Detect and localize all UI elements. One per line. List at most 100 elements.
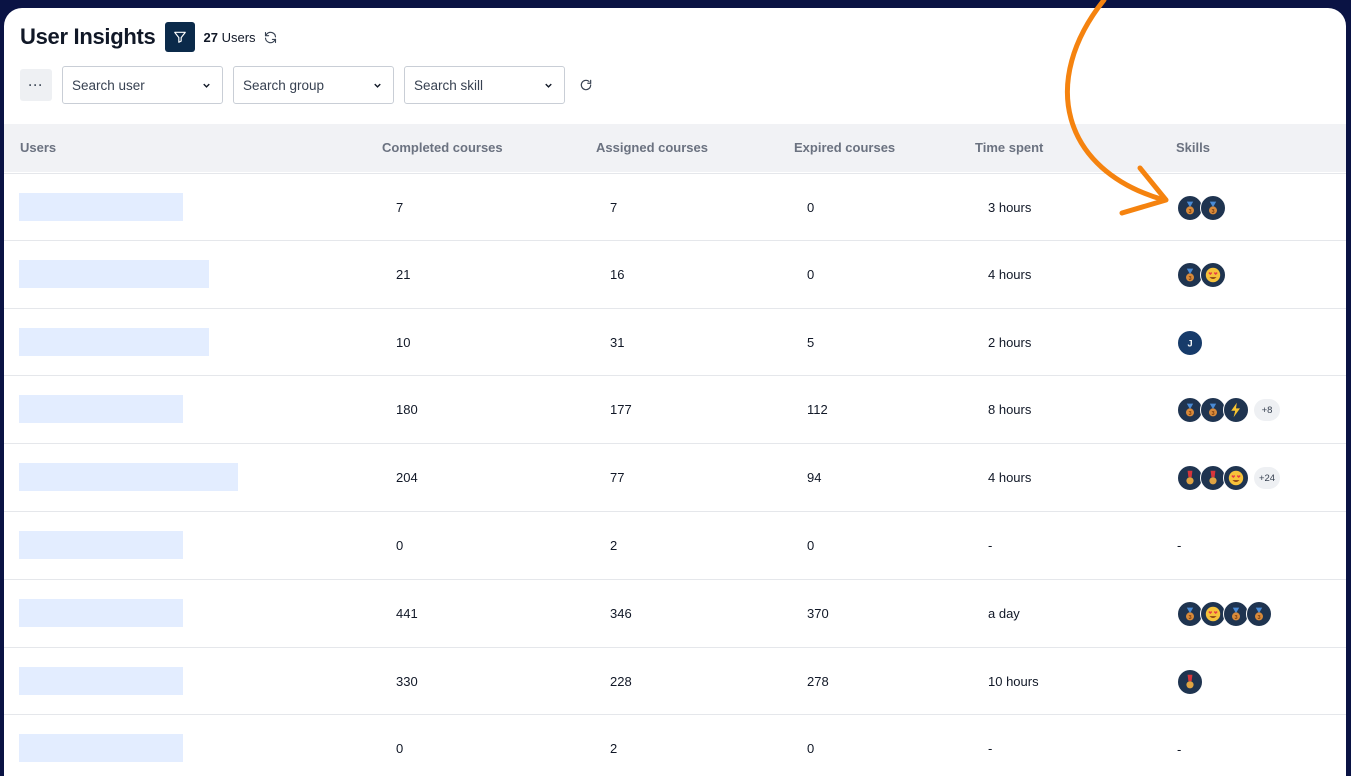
completed-courses-cell: 180 — [396, 402, 418, 418]
user-count: 27 Users — [203, 30, 255, 45]
search-skill-select[interactable] — [404, 66, 565, 104]
skills-cell: +24 — [1177, 465, 1280, 492]
user-name-placeholder[interactable] — [19, 734, 183, 763]
user-name-placeholder[interactable] — [19, 395, 183, 424]
svg-text:3: 3 — [1188, 411, 1191, 417]
search-user-select[interactable] — [62, 66, 223, 104]
user-name-placeholder[interactable] — [19, 666, 183, 695]
column-header-completed[interactable]: Completed courses — [382, 124, 503, 172]
user-insights-panel: User Insights 27 Users ··· Users Complet… — [4, 8, 1346, 776]
expired-courses-cell: 0 — [807, 266, 815, 282]
assigned-courses-cell: 346 — [610, 605, 632, 621]
expired-courses-cell: 0 — [807, 537, 815, 553]
user-name-placeholder[interactable] — [19, 463, 238, 492]
assigned-courses-cell: 31 — [610, 334, 625, 350]
search-group-select[interactable] — [233, 66, 394, 104]
panel-header: User Insights 27 Users — [20, 22, 278, 52]
assigned-courses-cell: 2 — [610, 741, 618, 757]
skills-cell: 33 — [1177, 195, 1226, 221]
user-name-placeholder[interactable] — [19, 327, 209, 356]
svg-text:3: 3 — [1257, 615, 1260, 621]
completed-courses-cell: 204 — [396, 470, 418, 486]
refresh-count-button[interactable] — [263, 30, 278, 45]
skills-cell: - — [1177, 533, 1181, 559]
letter-j-badge-icon[interactable]: J — [1177, 329, 1203, 356]
table-row[interactable]: 0 2 0 - - — [4, 512, 1346, 580]
lightning-badge-icon[interactable] — [1223, 397, 1249, 424]
column-header-users[interactable]: Users — [20, 124, 56, 172]
user-name-placeholder[interactable] — [19, 530, 183, 559]
assigned-courses-cell: 77 — [610, 470, 625, 486]
assigned-courses-cell: 228 — [610, 673, 632, 689]
time-spent-cell: - — [988, 537, 993, 553]
expired-courses-cell: 5 — [807, 334, 815, 350]
completed-courses-cell: 441 — [396, 605, 418, 621]
svg-text:3: 3 — [1188, 615, 1191, 621]
search-user-input[interactable] — [72, 77, 182, 93]
user-name-placeholder[interactable] — [19, 259, 209, 288]
time-spent-cell: 10 hours — [988, 673, 1039, 689]
filter-icon — [174, 31, 187, 43]
table-row[interactable]: 10 31 5 2 hours J — [4, 309, 1346, 377]
completed-courses-cell: 0 — [396, 741, 404, 757]
time-spent-cell: 4 hours — [988, 470, 1032, 486]
filter-button[interactable] — [165, 22, 196, 52]
user-count-suffix: Users — [221, 29, 256, 45]
chevron-down-icon — [374, 83, 381, 88]
table-row[interactable]: 441 346 370 a day 3 3 3 — [4, 580, 1346, 648]
reset-filters-button[interactable] — [579, 78, 593, 92]
heart-eyes-badge-icon[interactable] — [1200, 261, 1226, 288]
svg-text:3: 3 — [1211, 411, 1214, 417]
expired-courses-cell: 370 — [807, 605, 829, 621]
skills-cell: - — [1177, 736, 1181, 762]
user-name-placeholder[interactable] — [19, 598, 183, 627]
completed-courses-cell: 0 — [396, 537, 404, 553]
refresh-icon — [264, 31, 276, 43]
expired-courses-cell: 112 — [807, 402, 828, 418]
search-group-input[interactable] — [243, 77, 353, 93]
svg-text:J: J — [1187, 338, 1192, 348]
time-spent-cell: 2 hours — [988, 334, 1032, 350]
skills-cell: 3 3 +8 — [1177, 397, 1280, 424]
expired-courses-cell: 0 — [807, 200, 815, 215]
svg-text:3: 3 — [1211, 209, 1214, 215]
red-medal-badge-icon[interactable] — [1177, 668, 1203, 695]
column-header-time[interactable]: Time spent — [975, 124, 1043, 172]
skills-empty: - — [1177, 741, 1182, 757]
user-name-placeholder[interactable] — [19, 193, 183, 221]
bronze-medal-badge-icon[interactable]: 3 — [1200, 195, 1226, 221]
table-row[interactable]: 330 228 278 10 hours — [4, 648, 1346, 716]
time-spent-cell: a day — [988, 605, 1020, 621]
bronze-medal-badge-icon[interactable]: 3 — [1246, 600, 1272, 627]
skills-cell: 3 — [1177, 261, 1226, 288]
table-row[interactable]: 21 16 0 4 hours 3 — [4, 241, 1346, 309]
completed-courses-cell: 10 — [396, 334, 411, 350]
svg-text:3: 3 — [1188, 209, 1191, 215]
column-header-assigned[interactable]: Assigned courses — [596, 124, 708, 172]
column-header-skills[interactable]: Skills — [1176, 124, 1210, 172]
time-spent-cell: 8 hours — [988, 402, 1032, 418]
assigned-courses-cell: 2 — [610, 537, 618, 553]
time-spent-cell: 4 hours — [988, 266, 1032, 282]
more-options-button[interactable]: ··· — [20, 69, 52, 101]
more-skills-badge[interactable]: +24 — [1254, 467, 1280, 490]
table-row[interactable]: 180 177 112 8 hours 3 3 +8 — [4, 376, 1346, 445]
column-header-expired[interactable]: Expired courses — [794, 124, 895, 172]
table-header: Users Completed courses Assigned courses… — [4, 124, 1346, 172]
search-skill-input[interactable] — [414, 77, 524, 93]
user-count-value: 27 — [203, 29, 218, 45]
expired-courses-cell: 94 — [807, 470, 822, 486]
assigned-courses-cell: 16 — [610, 266, 625, 282]
chevron-down-icon — [545, 83, 552, 88]
more-skills-badge[interactable]: +8 — [1254, 399, 1280, 422]
reload-icon — [580, 79, 592, 91]
skills-cell: 3 3 3 — [1177, 600, 1272, 627]
table-row[interactable]: 7703 hours 3 3 — [4, 173, 1346, 241]
table-row[interactable]: 0 2 0 - - — [4, 715, 1346, 776]
time-spent-cell: 3 hours — [988, 200, 1032, 215]
svg-text:3: 3 — [1188, 276, 1191, 282]
skills-cell — [1177, 668, 1203, 695]
table-row[interactable]: 204 77 94 4 hours +24 — [4, 444, 1346, 512]
svg-text:3: 3 — [1234, 615, 1237, 621]
heart-eyes-badge-icon[interactable] — [1223, 465, 1249, 492]
